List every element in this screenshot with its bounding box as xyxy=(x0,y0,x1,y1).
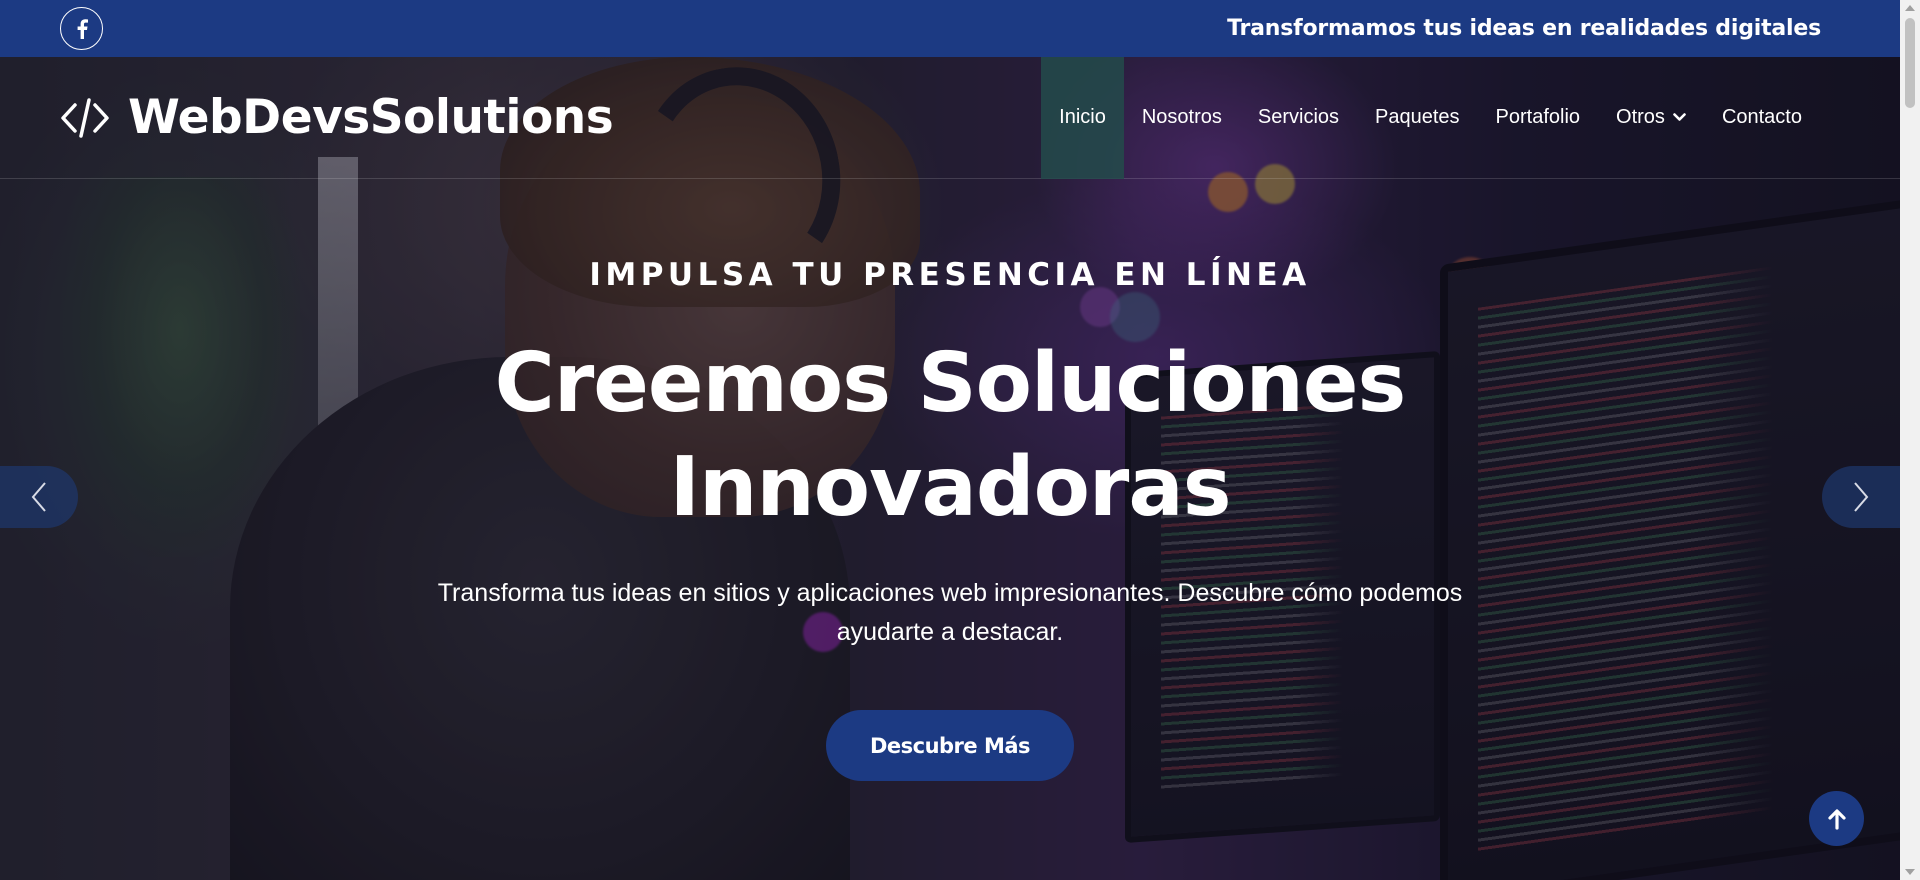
nav-item-paquetes[interactable]: Paquetes xyxy=(1357,57,1478,179)
nav-item-label: Servicios xyxy=(1257,106,1340,128)
brand-name: WebDevsSolutions xyxy=(128,90,614,145)
scroll-thumb[interactable] xyxy=(1905,18,1915,108)
nav-item-portafolio[interactable]: Portafolio xyxy=(1478,57,1599,179)
page: Transformamos tus ideas en realidades di… xyxy=(0,0,1920,880)
brand-logo[interactable]: WebDevsSolutions xyxy=(60,90,614,145)
nav-item-label: Portafolio xyxy=(1495,106,1581,128)
nav-item-label: Contacto xyxy=(1721,106,1802,128)
nav-item-contacto[interactable]: Contacto xyxy=(1704,57,1820,179)
code-brackets-icon xyxy=(60,97,110,139)
nav-item-otros[interactable]: Otros xyxy=(1598,57,1704,179)
nav-item-nosotros[interactable]: Nosotros xyxy=(1124,57,1240,179)
hero-headline: Creemos Soluciones Innovadoras xyxy=(0,332,1900,540)
carousel-prev-button[interactable] xyxy=(0,466,78,528)
nav-item-label: Otros xyxy=(1616,106,1665,128)
hero-headline-line1: Creemos Soluciones xyxy=(494,336,1407,431)
chevron-right-icon xyxy=(1854,482,1869,512)
facebook-icon xyxy=(77,18,88,39)
nav-item-servicios[interactable]: Servicios xyxy=(1240,57,1357,179)
hero-subtext: Transforma tus ideas en sitios y aplicac… xyxy=(437,579,1463,646)
chevron-down-icon xyxy=(1673,113,1686,122)
discover-more-button[interactable]: Descubre Más xyxy=(826,710,1074,781)
page-scrollbar[interactable] xyxy=(1900,0,1920,880)
topbar-tagline: Transformamos tus ideas en realidades di… xyxy=(1227,16,1821,41)
facebook-link[interactable] xyxy=(60,7,103,50)
hero-content: IMPULSA TU PRESENCIA EN LÍNEA Creemos So… xyxy=(0,57,1900,880)
nav-item-label: Nosotros xyxy=(1141,106,1222,128)
nav-item-inicio[interactable]: Inicio xyxy=(1041,56,1124,179)
chevron-left-icon xyxy=(31,482,46,512)
top-bar: Transformamos tus ideas en realidades di… xyxy=(0,0,1900,57)
main-nav: WebDevsSolutions Inicio Nosotros Servici… xyxy=(0,56,1900,179)
nav-item-label: Inicio xyxy=(1059,106,1106,128)
arrow-up-icon xyxy=(1827,808,1846,830)
nav-menu: Inicio Nosotros Servicios Paquetes Porta… xyxy=(1041,56,1820,179)
hero-eyebrow: IMPULSA TU PRESENCIA EN LÍNEA xyxy=(589,257,1311,293)
carousel-next-button[interactable] xyxy=(1822,466,1900,528)
scroll-down-arrow[interactable] xyxy=(1905,869,1915,875)
nav-item-label: Paquetes xyxy=(1375,106,1460,128)
back-to-top-button[interactable] xyxy=(1809,791,1864,846)
hero-headline-line2: Innovadoras xyxy=(669,440,1232,535)
scroll-up-arrow[interactable] xyxy=(1905,5,1915,11)
